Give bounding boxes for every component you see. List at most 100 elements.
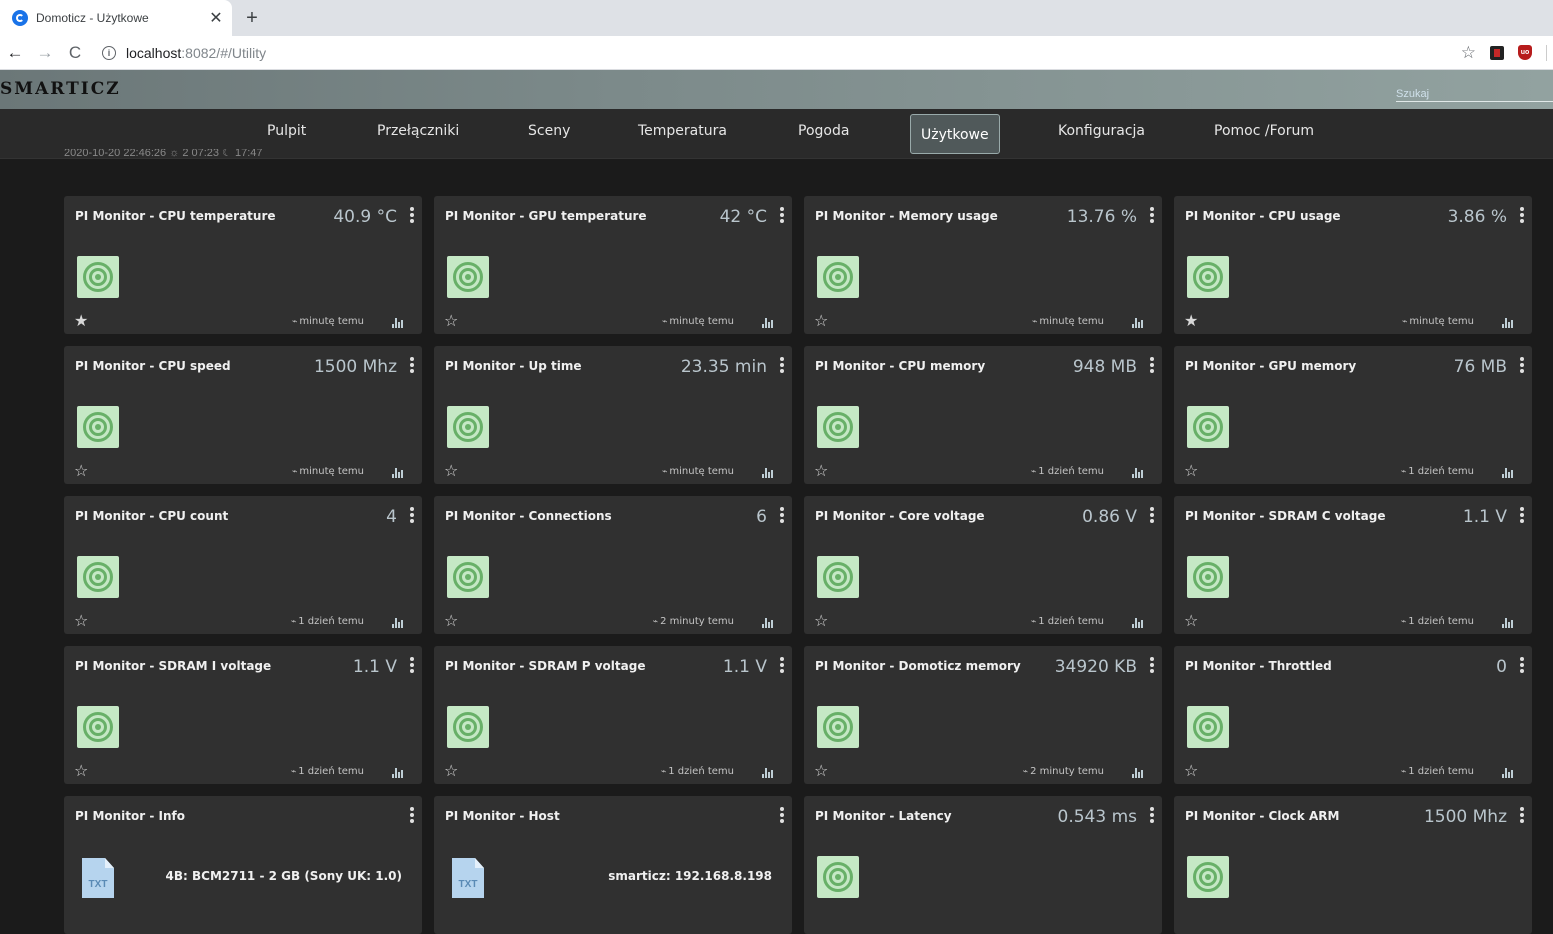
new-tab-button[interactable]: + [240, 6, 264, 30]
more-options-icon[interactable] [780, 657, 784, 673]
favorite-star-icon[interactable]: ☆ [444, 461, 458, 481]
txt-file-icon[interactable]: TXT [452, 858, 484, 898]
reload-button[interactable]: C [60, 38, 90, 68]
favorite-star-icon[interactable]: ☆ [74, 761, 88, 781]
favorite-star-icon[interactable]: ☆ [444, 611, 458, 631]
last-update-text: 1 dzień temu [668, 766, 734, 777]
counter-icon[interactable] [817, 856, 859, 898]
ublock-extension-icon[interactable]: uo [1518, 45, 1532, 60]
app-logo[interactable]: SMARTICZ [0, 79, 121, 99]
favorite-star-icon[interactable]: ☆ [74, 611, 88, 631]
bar-chart-icon[interactable] [762, 468, 774, 478]
bar-chart-icon[interactable] [392, 318, 404, 328]
menu-item-pulpit[interactable]: Pulpit [267, 123, 306, 139]
counter-icon[interactable] [447, 256, 489, 298]
bar-chart-icon[interactable] [1132, 318, 1144, 328]
counter-icon[interactable] [817, 556, 859, 598]
favorite-star-icon[interactable]: ☆ [444, 761, 458, 781]
info-icon[interactable]: i [102, 45, 116, 60]
extension-icon[interactable] [1490, 45, 1504, 60]
counter-icon[interactable] [1187, 556, 1229, 598]
favorite-star-icon[interactable]: ☆ [1184, 611, 1198, 631]
menu-item-przelaczniki[interactable]: Przełączniki [377, 123, 459, 139]
bar-chart-icon[interactable] [1502, 618, 1514, 628]
counter-icon[interactable] [447, 706, 489, 748]
bar-chart-icon[interactable] [1502, 318, 1514, 328]
counter-icon[interactable] [817, 256, 859, 298]
device-value: 1.1 V [352, 657, 397, 677]
menu-item-temperatura[interactable]: Temperatura [638, 123, 727, 139]
more-options-icon[interactable] [1520, 807, 1524, 823]
bar-chart-icon[interactable] [762, 318, 774, 328]
more-options-icon[interactable] [780, 357, 784, 373]
bar-chart-icon[interactable] [392, 468, 404, 478]
more-options-icon[interactable] [1520, 657, 1524, 673]
forward-button[interactable]: → [30, 38, 60, 68]
more-options-icon[interactable] [780, 207, 784, 223]
bar-chart-icon[interactable] [1132, 768, 1144, 778]
favorite-star-icon[interactable]: ☆ [444, 311, 458, 331]
last-update-text: minutę temu [299, 466, 364, 477]
counter-icon[interactable] [1187, 406, 1229, 448]
close-tab-icon[interactable]: ✕ [206, 8, 226, 28]
bookmark-star-icon[interactable]: ☆ [1461, 43, 1476, 63]
counter-icon[interactable] [1187, 706, 1229, 748]
bar-chart-icon[interactable] [1132, 468, 1144, 478]
more-options-icon[interactable] [1520, 357, 1524, 373]
more-options-icon[interactable] [1150, 657, 1154, 673]
more-options-icon[interactable] [410, 207, 414, 223]
more-options-icon[interactable] [1520, 507, 1524, 523]
more-options-icon[interactable] [1150, 507, 1154, 523]
counter-icon[interactable] [817, 406, 859, 448]
more-options-icon[interactable] [1150, 807, 1154, 823]
back-button[interactable]: ← [0, 38, 30, 68]
more-options-icon[interactable] [410, 357, 414, 373]
bar-chart-icon[interactable] [1132, 618, 1144, 628]
more-options-icon[interactable] [1150, 207, 1154, 223]
favorite-star-icon[interactable]: ☆ [814, 311, 828, 331]
bar-chart-icon[interactable] [392, 768, 404, 778]
more-options-icon[interactable] [1150, 357, 1154, 373]
counter-icon[interactable] [77, 256, 119, 298]
device-card: PI Monitor - CPU usage 3.86 % ★ ⌁ minutę tem… [1174, 196, 1532, 334]
counter-icon[interactable] [77, 706, 119, 748]
favorite-star-icon[interactable]: ★ [74, 311, 88, 331]
bar-chart-icon[interactable] [392, 618, 404, 628]
more-options-icon[interactable] [410, 657, 414, 673]
more-options-icon[interactable] [780, 507, 784, 523]
more-options-icon[interactable] [410, 507, 414, 523]
device-value: 0.86 V [1082, 507, 1137, 527]
menu-item-sceny[interactable]: Sceny [528, 123, 570, 139]
counter-icon[interactable] [77, 556, 119, 598]
bar-chart-icon[interactable] [762, 618, 774, 628]
favorite-star-icon[interactable]: ☆ [1184, 761, 1198, 781]
more-options-icon[interactable] [410, 807, 414, 823]
counter-icon[interactable] [77, 406, 119, 448]
menu-item-konfiguracja[interactable]: Konfiguracja [1058, 123, 1145, 139]
device-name: PI Monitor - Host [445, 809, 560, 823]
counter-icon[interactable] [1187, 856, 1229, 898]
counter-icon[interactable] [1187, 256, 1229, 298]
counter-icon[interactable] [447, 406, 489, 448]
more-options-icon[interactable] [1520, 207, 1524, 223]
favorite-star-icon[interactable]: ☆ [814, 761, 828, 781]
search-input[interactable]: Szukaj [1396, 88, 1553, 102]
counter-icon[interactable] [817, 706, 859, 748]
url-field[interactable]: i localhost:8082/#/Utility [102, 45, 1461, 61]
counter-icon[interactable] [447, 556, 489, 598]
device-card: PI Monitor - Core voltage 0.86 V ☆ ⌁ 1 dzień… [804, 496, 1162, 634]
menu-item-pomoc-forum[interactable]: Pomoc /Forum [1214, 123, 1314, 139]
bar-chart-icon[interactable] [1502, 768, 1514, 778]
menu-item-pogoda[interactable]: Pogoda [798, 123, 849, 139]
favorite-star-icon[interactable]: ☆ [814, 611, 828, 631]
favorite-star-icon[interactable]: ☆ [814, 461, 828, 481]
more-options-icon[interactable] [780, 807, 784, 823]
favorite-star-icon[interactable]: ☆ [1184, 461, 1198, 481]
menu-item-uzytkowe[interactable]: Użytkowe [910, 114, 1000, 154]
favorite-star-icon[interactable]: ☆ [74, 461, 88, 481]
bar-chart-icon[interactable] [762, 768, 774, 778]
favorite-star-icon[interactable]: ★ [1184, 311, 1198, 331]
bar-chart-icon[interactable] [1502, 468, 1514, 478]
browser-tab[interactable]: Domoticz - Użytkowe ✕ [0, 0, 232, 36]
txt-file-icon[interactable]: TXT [82, 858, 114, 898]
